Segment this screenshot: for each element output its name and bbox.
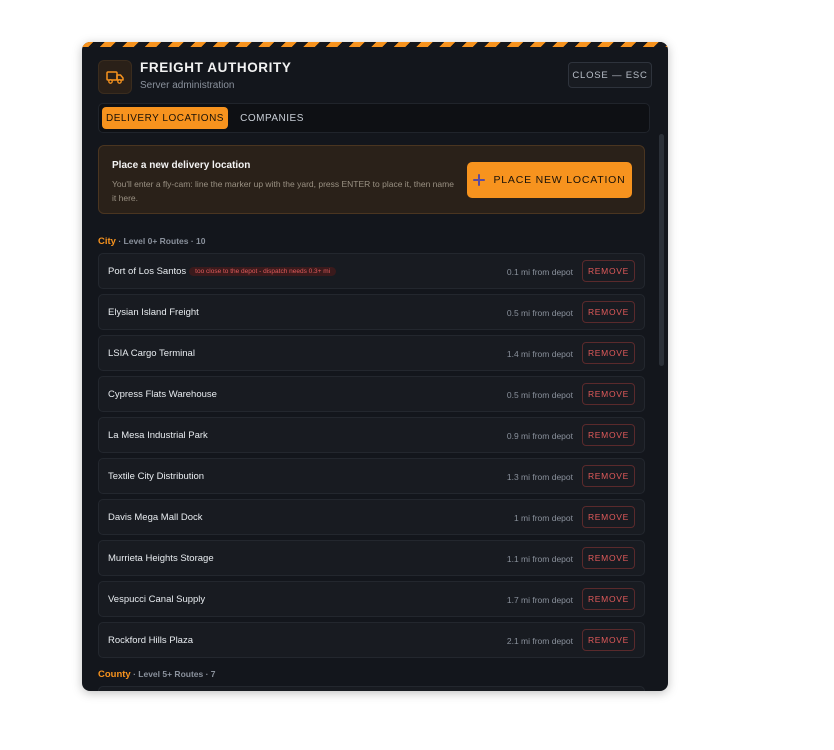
distance-warning-badge: too close to the depot - dispatch needs … [189,267,337,276]
location-distance: 2.1 mi from depot [506,636,573,646]
location-distance: 0.5 mi from depot [506,308,573,318]
page-subtitle: Server administration [140,80,235,91]
tab-companies[interactable]: COMPANIES [237,107,307,129]
location-name: Vespucci Canal Supply [108,594,206,605]
section-name: County [98,669,131,680]
list-item-partial [98,686,645,691]
list-item: Port of Los Santos too close to the depot… [98,253,645,289]
place-new-location-button[interactable]: PLACE NEW LOCATION [467,162,632,198]
location-distance: 1.3 mi from depot [506,472,573,482]
page-title: FREIGHT AUTHORITY [140,60,292,75]
list-item: Vespucci Canal Supply 1.7 mi from depot … [98,581,645,617]
scrollbar-track[interactable] [659,134,664,366]
list-item: Murrieta Heights Storage 1.1 mi from dep… [98,540,645,576]
location-name: Cypress Flats Warehouse [108,389,217,400]
remove-button[interactable]: REMOVE [582,506,635,528]
remove-button[interactable]: REMOVE [582,342,635,364]
tab-bar: DELIVERY LOCATIONS COMPANIES [98,103,650,133]
location-distance: 0.1 mi from depot [506,267,573,277]
remove-button[interactable]: REMOVE [582,301,635,323]
location-distance: 0.5 mi from depot [506,390,573,400]
section-name: City [98,236,116,247]
remove-button[interactable]: REMOVE [582,424,635,446]
list-item: La Mesa Industrial Park 0.9 mi from depo… [98,417,645,453]
location-name: Davis Mega Mall Dock [108,512,203,523]
location-distance: 1.7 mi from depot [506,595,573,605]
remove-button[interactable]: REMOVE [582,383,635,405]
section-header-city: City · Level 0+ Routes · 10 [98,236,206,247]
remove-button[interactable]: REMOVE [582,465,635,487]
location-name: La Mesa Industrial Park [108,430,208,441]
truck-icon [98,60,132,94]
list-item: Davis Mega Mall Dock 1 mi from depot REM… [98,499,645,535]
location-name: Rockford Hills Plaza [108,635,193,646]
freight-authority-panel: FREIGHT AUTHORITY Server administration … [82,42,668,691]
list-item: Rockford Hills Plaza 2.1 mi from depot R… [98,622,645,658]
place-button-label: PLACE NEW LOCATION [493,174,626,186]
list-item: Elysian Island Freight 0.5 mi from depot… [98,294,645,330]
remove-button[interactable]: REMOVE [582,588,635,610]
location-distance: 1 mi from depot [513,513,573,523]
location-name: Elysian Island Freight [108,307,199,318]
location-distance: 0.9 mi from depot [506,431,573,441]
tab-delivery-locations[interactable]: DELIVERY LOCATIONS [102,107,228,129]
place-title: Place a new delivery location [112,160,251,171]
section-header-county: County · Level 5+ Routes · 7 [98,669,216,680]
location-name: Murrieta Heights Storage [108,553,214,564]
location-distance: 1.1 mi from depot [506,554,573,564]
scrollbar-thumb[interactable] [659,134,664,366]
location-distance: 1.4 mi from depot [506,349,573,359]
remove-button[interactable]: REMOVE [582,547,635,569]
close-button[interactable]: CLOSE — ESC [568,62,652,88]
panel-header: FREIGHT AUTHORITY Server administration … [98,60,652,100]
list-item: Textile City Distribution 1.3 mi from de… [98,458,645,494]
place-location-card: Place a new delivery location You'll ent… [98,145,645,214]
list-item: LSIA Cargo Terminal 1.4 mi from depot RE… [98,335,645,371]
remove-button[interactable]: REMOVE [582,629,635,651]
place-description: You'll enter a fly-cam: line the marker … [112,179,454,203]
hazard-stripe [82,42,668,47]
list-item: Cypress Flats Warehouse 0.5 mi from depo… [98,376,645,412]
section-meta: · Level 0+ Routes · 10 [118,236,206,246]
location-name: LSIA Cargo Terminal [108,348,195,359]
section-meta: · Level 5+ Routes · 7 [133,669,216,679]
plus-icon [473,174,486,186]
location-name: Textile City Distribution [108,471,205,482]
remove-button[interactable]: REMOVE [582,260,635,282]
location-name: Port of Los Santos too close to the depot… [108,266,337,277]
